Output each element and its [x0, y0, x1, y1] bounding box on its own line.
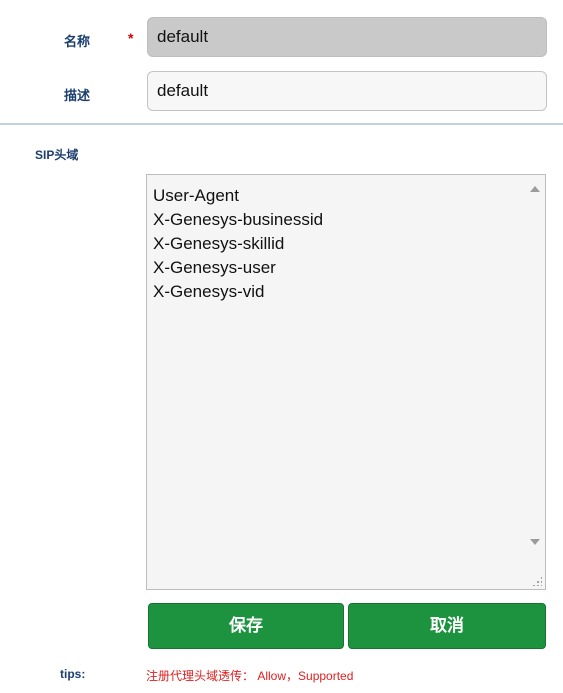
sip-header-item[interactable]: X-Genesys-user	[153, 256, 323, 280]
sip-headers-label: SIP头域	[35, 148, 79, 162]
tips-label: tips:	[60, 667, 86, 681]
description-label: 描述	[64, 88, 91, 103]
section-divider	[0, 123, 563, 125]
scroll-up-arrow-icon[interactable]	[530, 186, 540, 192]
scroll-down-arrow-icon[interactable]	[530, 539, 540, 545]
sip-header-item[interactable]: X-Genesys-vid	[153, 280, 323, 304]
sip-header-item[interactable]: X-Genesys-skillid	[153, 232, 323, 256]
sip-headers-listbox[interactable]: User-Agent X-Genesys-businessid X-Genesy…	[146, 174, 546, 590]
name-field[interactable]: default	[147, 17, 547, 57]
sip-header-item[interactable]: X-Genesys-businessid	[153, 208, 323, 232]
save-button[interactable]: 保存	[148, 603, 344, 649]
tips-text: 注册代理头域透传： Allow，Supported	[146, 669, 354, 683]
description-field[interactable]: default	[147, 71, 547, 111]
name-label: 名称	[64, 34, 91, 49]
sip-header-item[interactable]: User-Agent	[153, 184, 323, 208]
required-mark: *	[128, 30, 134, 46]
listbox-scrollbar[interactable]	[527, 175, 545, 589]
cancel-button[interactable]: 取消	[348, 603, 546, 649]
